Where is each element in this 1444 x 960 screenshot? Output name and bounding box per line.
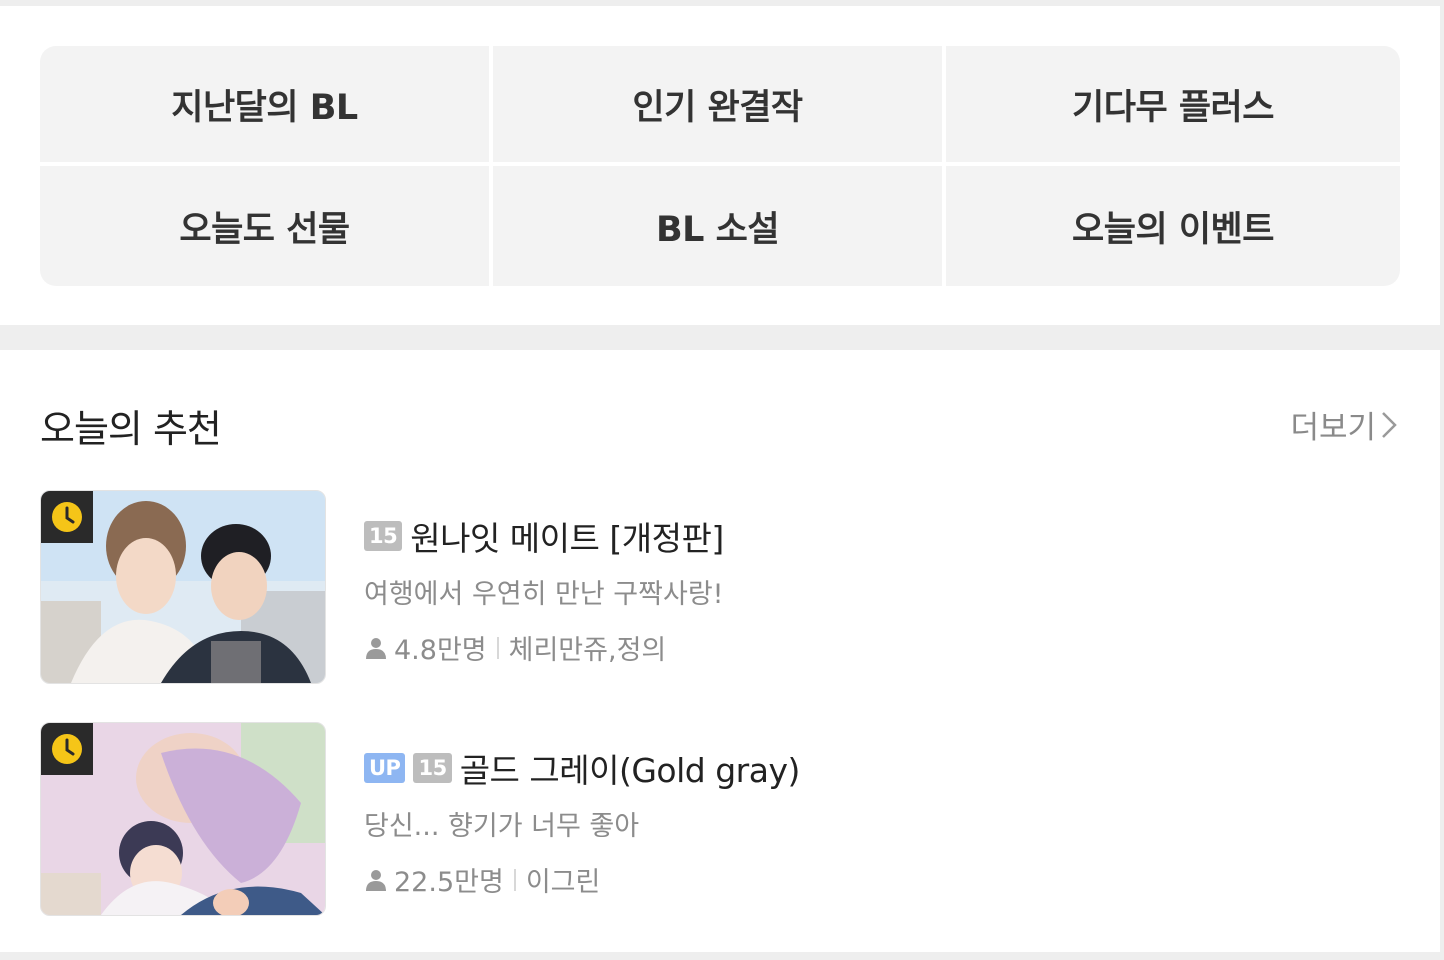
- thumbnail: [40, 722, 326, 916]
- person-icon: [366, 869, 386, 891]
- view-count: 4.8만명: [394, 635, 487, 666]
- menu-item-popular-completed[interactable]: 인기 완결작: [493, 46, 942, 162]
- clock-icon: [52, 734, 82, 764]
- section-title: 오늘의 추천: [40, 407, 222, 451]
- item-title-row: 15 원나잇 메이트 [개정판]: [364, 512, 724, 560]
- thumbnail: [40, 490, 326, 684]
- wait-free-badge: [41, 491, 93, 543]
- menu-item-last-month-bl[interactable]: 지난달의 BL: [40, 46, 489, 162]
- more-label: 더보기: [1290, 410, 1376, 446]
- chevron-right-icon: [1382, 411, 1397, 438]
- list-item[interactable]: UP 15 골드 그레이(Gold gray) 당신... 향기가 너무 좋아 …: [40, 722, 1400, 916]
- update-badge: UP: [364, 753, 406, 783]
- item-meta: 4.8만명 체리만쥬,정의: [364, 628, 666, 667]
- recommendation-section: 오늘의 추천 더보기 15 원나잇 메이트 [개정판] 여행에서 우연히 만난 …: [0, 350, 1440, 952]
- age-rating-badge: 15: [364, 521, 403, 551]
- menu-item-wait-free-plus[interactable]: 기다무 플러스: [946, 46, 1400, 162]
- item-title-row: UP 15 골드 그레이(Gold gray): [364, 744, 800, 792]
- view-count: 22.5만명: [394, 867, 504, 898]
- category-menu-grid: 지난달의 BL 인기 완결작 기다무 플러스 오늘도 선물 BL 소설 오늘의 …: [40, 46, 1400, 286]
- item-description: 여행에서 우연히 만난 구짝사랑!: [364, 579, 724, 610]
- item-title: 골드 그레이(Gold gray): [459, 751, 801, 790]
- meta-divider: [513, 868, 516, 891]
- item-title: 원나잇 메이트 [개정판]: [410, 519, 724, 558]
- person-icon: [366, 637, 386, 659]
- menu-item-today-event[interactable]: 오늘의 이벤트: [946, 166, 1400, 286]
- author-names: 이그린: [525, 867, 601, 898]
- wait-free-badge: [41, 723, 93, 775]
- meta-divider: [496, 636, 499, 659]
- age-rating-badge: 15: [413, 753, 452, 783]
- clock-icon: [52, 502, 82, 532]
- menu-item-bl-novel[interactable]: BL 소설: [493, 166, 942, 286]
- more-link[interactable]: 더보기: [1290, 402, 1398, 447]
- author-names: 체리만쥬,정의: [508, 635, 667, 666]
- item-description: 당신... 향기가 너무 좋아: [364, 811, 640, 842]
- category-menu-card: 지난달의 BL 인기 완결작 기다무 플러스 오늘도 선물 BL 소설 오늘의 …: [0, 6, 1440, 325]
- list-item[interactable]: 15 원나잇 메이트 [개정판] 여행에서 우연히 만난 구짝사랑! 4.8만명…: [40, 490, 1400, 684]
- item-meta: 22.5만명 이그린: [364, 860, 600, 899]
- menu-item-today-gift[interactable]: 오늘도 선물: [40, 166, 489, 286]
